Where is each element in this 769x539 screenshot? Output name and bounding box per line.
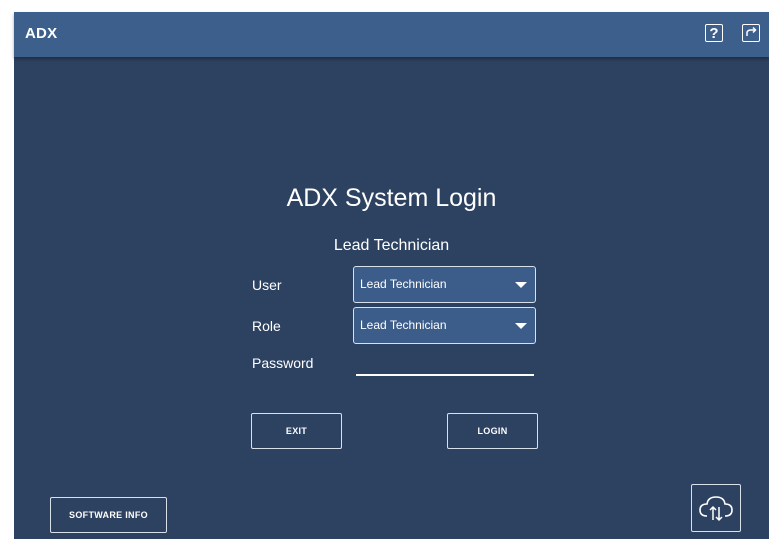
chevron-down-icon [515, 323, 527, 329]
login-button[interactable]: LOGIN [447, 413, 538, 449]
user-select[interactable]: Lead Technician [353, 266, 536, 303]
exit-button[interactable]: EXIT [251, 413, 342, 449]
role-select[interactable]: Lead Technician [353, 307, 536, 344]
role-select-value: Lead Technician [360, 318, 447, 332]
app-window: ADX ? ADX System Login Lead Technician U… [14, 12, 769, 539]
password-field[interactable] [356, 374, 534, 376]
password-label: Password [252, 355, 314, 371]
cloud-sync-button[interactable] [691, 484, 741, 532]
app-title: ADX [25, 25, 58, 42]
role-label: Role [252, 318, 281, 334]
software-info-button[interactable]: SOFTWARE INFO [50, 497, 167, 533]
help-glyph: ? [709, 24, 719, 42]
top-bar: ADX ? [14, 12, 769, 57]
chevron-down-icon [515, 282, 527, 288]
help-icon[interactable]: ? [705, 24, 723, 42]
login-title: ADX System Login [286, 184, 497, 212]
user-select-value: Lead Technician [360, 277, 447, 291]
cloud-sync-icon [699, 496, 733, 522]
share-export-icon[interactable] [742, 24, 760, 42]
user-label: User [252, 277, 282, 293]
current-role-heading: Lead Technician [333, 237, 450, 254]
